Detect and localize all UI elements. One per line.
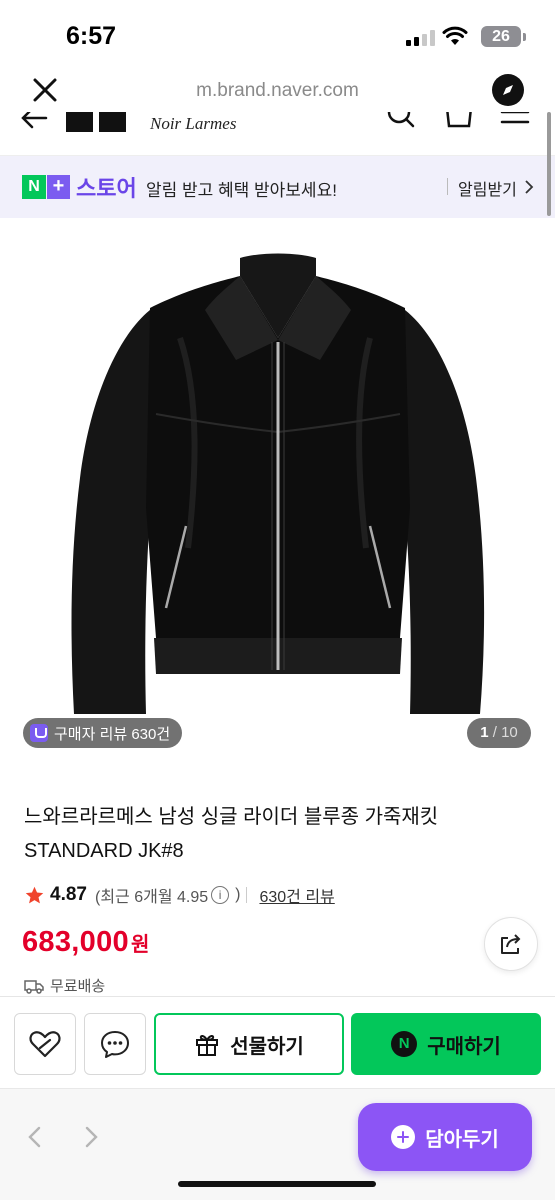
gift-button[interactable]: 선물하기 <box>154 1013 344 1075</box>
divider <box>246 887 248 903</box>
logo-plus: + <box>47 175 70 199</box>
logo-n: N <box>22 175 46 199</box>
cart-icon[interactable] <box>444 112 474 130</box>
notify-button[interactable]: 알림받기 <box>458 176 517 200</box>
plus-icon <box>391 1125 416 1149</box>
image-counter-current: 1 <box>480 724 489 741</box>
gift-button-label: 선물하기 <box>230 1035 304 1058</box>
truck-icon <box>24 979 44 994</box>
cellular-signal-icon <box>406 30 436 46</box>
menu-icon[interactable] <box>500 112 530 130</box>
image-counter-total: / 10 <box>492 724 518 741</box>
recent-rating-close: ) <box>235 886 241 903</box>
store-notification-banner[interactable]: N + 스토어 알림 받고 혜택 받아보세요! 알림받기 <box>0 156 555 218</box>
naver-plus-logo-icon: N + <box>22 175 70 199</box>
naver-pay-icon: N <box>391 1031 418 1057</box>
image-counter: 1 / 10 <box>467 718 531 748</box>
price-value: 683,000 <box>22 926 129 958</box>
rating-value: 4.87 <box>50 884 87 905</box>
rating-row: 4.87 (최근 6개월 4.95 i ) 630건 리뷰 <box>24 882 335 908</box>
purchase-action-bar: 선물하기 N 구매하기 <box>0 996 555 1088</box>
star-icon <box>25 886 44 903</box>
recent-rating: (최근 6개월 4.95 <box>94 889 209 906</box>
status-time: 6:57 <box>66 22 117 50</box>
buy-button-label: 구매하기 <box>427 1035 501 1058</box>
product-image-gallery[interactable]: 구매자 리뷰 630건 1 / 10 <box>0 218 555 763</box>
price-unit: 원 <box>130 934 150 956</box>
shipping-label: 무료배송 <box>50 978 106 995</box>
store-name: 스토어 <box>76 176 137 201</box>
wifi-icon <box>442 26 468 45</box>
shopping-bag-icon <box>30 724 48 742</box>
info-icon[interactable]: i <box>211 886 230 904</box>
site-header: Noir Larmes <box>0 112 555 156</box>
home-indicator[interactable] <box>178 1181 376 1187</box>
forward-arrow-icon[interactable] <box>82 1125 100 1149</box>
share-icon <box>501 934 521 954</box>
product-title-line2: STANDARD JK#8 <box>24 840 184 862</box>
review-count-link[interactable]: 630건 리뷰 <box>259 883 334 907</box>
divider <box>447 178 448 195</box>
talk-button[interactable] <box>84 1013 146 1075</box>
price: 683,000 원 <box>22 926 149 959</box>
buy-button[interactable]: N 구매하기 <box>351 1013 541 1075</box>
url-text[interactable]: m.brand.naver.com <box>0 80 555 102</box>
brand-name[interactable]: Noir Larmes <box>150 114 236 134</box>
battery-cap <box>523 33 526 41</box>
buyer-review-chip[interactable]: 구매자 리뷰 630건 <box>23 718 183 748</box>
product-title-line1: 느와르라르메스 남성 싱글 라이더 블루종 가죽재킷 <box>24 806 439 828</box>
leather-jacket-image <box>71 253 485 714</box>
search-icon[interactable] <box>386 112 416 130</box>
share-button[interactable] <box>484 917 538 971</box>
page-scrollbar[interactable] <box>547 112 551 216</box>
save-for-later-button[interactable]: 담아두기 <box>358 1103 532 1171</box>
product-title: 느와르라르메스 남성 싱글 라이더 블루종 가죽재킷 STANDARD JK#8 <box>24 800 534 868</box>
shipping-info: 무료배송 <box>24 975 105 996</box>
chat-bubble-icon <box>101 1031 129 1058</box>
banner-message: 알림 받고 혜택 받아보세요! <box>146 181 337 200</box>
back-arrow-icon[interactable] <box>20 112 50 130</box>
wishlist-button[interactable] <box>14 1013 76 1075</box>
back-arrow-icon[interactable] <box>26 1125 44 1149</box>
review-chip-label: 구매자 리뷰 630건 <box>54 725 171 743</box>
compass-icon[interactable] <box>492 74 524 106</box>
heart-link-icon <box>29 1031 61 1058</box>
chevron-right-icon <box>525 180 534 194</box>
gift-icon <box>196 1034 219 1056</box>
brand-logo-icon[interactable] <box>66 112 126 132</box>
save-button-label: 담아두기 <box>425 1128 499 1151</box>
battery-indicator: 26 <box>481 26 521 47</box>
